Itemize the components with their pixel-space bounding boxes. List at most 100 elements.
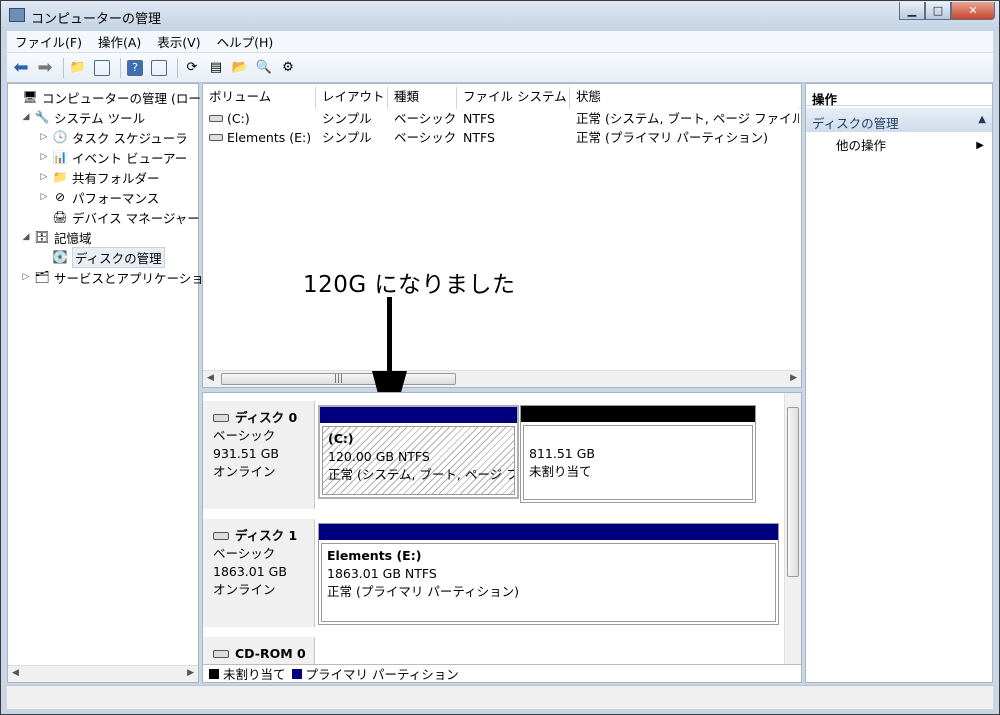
- column-header-type[interactable]: 種類: [388, 87, 457, 109]
- computer-icon: 🖥: [22, 90, 38, 104]
- properties-icon[interactable]: ▤: [206, 58, 226, 78]
- shared-folder-icon: 📁: [52, 170, 68, 184]
- partition-bar: [320, 407, 517, 423]
- toolbar: ⬅ ➡ 📁 ? ⟳ ▤ 📂 🔍 ⚙: [7, 53, 993, 83]
- forward-arrow-icon[interactable]: ➡: [35, 57, 55, 78]
- expand-icon[interactable]: ▷: [20, 272, 32, 282]
- title-bar: コンピューターの管理 ▁ □ ✕: [1, 1, 999, 31]
- expand-icon[interactable]: ▷: [38, 132, 50, 142]
- menu-action[interactable]: 操作(A): [90, 32, 149, 51]
- scrollbar-thumb[interactable]: |||: [221, 373, 456, 385]
- tree-item-services-apps[interactable]: ▷ 🗂 サービスとアプリケーショ: [20, 267, 204, 287]
- disk-1-label[interactable]: ディスク 1 ベーシック 1863.01 GB オンライン: [203, 519, 315, 627]
- collapse-up-icon[interactable]: ▲: [978, 114, 986, 125]
- column-header-volume[interactable]: ボリューム: [203, 87, 316, 109]
- event-viewer-icon: 📊: [52, 150, 68, 164]
- settings-icon[interactable]: ⚙: [278, 58, 298, 78]
- volume-list-horizontal-scrollbar[interactable]: ◀ ||| ▶: [203, 370, 801, 387]
- scroll-right-icon[interactable]: ▶: [790, 373, 797, 383]
- more-actions-item[interactable]: 他の操作 ▶: [806, 136, 992, 156]
- primary-partition-swatch: [291, 668, 302, 679]
- tools-icon: 🔧: [34, 110, 50, 124]
- submenu-arrow-icon: ▶: [976, 140, 984, 151]
- disk-0-label[interactable]: ディスク 0 ベーシック 931.51 GB オンライン: [203, 401, 315, 509]
- collapse-icon[interactable]: ◢: [20, 232, 32, 242]
- partition-e[interactable]: Elements (E:) 1863.01 GB NTFS 正常 (プライマリ …: [318, 523, 779, 625]
- close-button[interactable]: ✕: [951, 2, 995, 20]
- annotation-text: 120G になりました: [303, 272, 516, 298]
- tree-item-storage[interactable]: ◢ 🗄 記憶域: [20, 227, 92, 247]
- clock-icon: 🕓: [52, 130, 68, 144]
- expand-icon[interactable]: ▷: [38, 152, 50, 162]
- table-cell: Elements (E:): [227, 130, 312, 145]
- scroll-left-icon[interactable]: ◀: [12, 668, 19, 678]
- help-icon[interactable]: ?: [125, 58, 145, 78]
- cdrom-0-label[interactable]: CD-ROM 0: [203, 637, 315, 667]
- table-cell: NTFS: [463, 130, 495, 145]
- menu-file[interactable]: ファイル(F): [7, 32, 90, 51]
- tree-item-root[interactable]: 🖥 コンピューターの管理 (ローカ: [8, 87, 213, 107]
- partition-unallocated[interactable]: 811.51 GB 未割り当て: [520, 405, 756, 503]
- tree-item-disk-management[interactable]: 💽 ディスクの管理: [38, 246, 165, 268]
- tree-item-system-tools[interactable]: ◢ 🔧 システム ツール: [20, 107, 146, 127]
- back-arrow-icon[interactable]: ⬅: [11, 57, 31, 78]
- table-cell: ベーシック: [394, 111, 457, 126]
- navigation-tree: 🖥 コンピューターの管理 (ローカ ◢ 🔧 システム ツール ▷ 🕓 タスク ス…: [7, 83, 213, 683]
- disk-row: ディスク 1 ベーシック 1863.01 GB オンライン Elements (…: [203, 519, 785, 627]
- computer-management-window: コンピューターの管理 ▁ □ ✕ ファイル(F) 操作(A) 表示(V) ヘルプ…: [0, 0, 1000, 715]
- device-manager-icon: 🖨: [52, 210, 68, 224]
- scroll-left-icon[interactable]: ◀: [207, 373, 214, 383]
- disk-row: CD-ROM 0: [203, 637, 785, 667]
- tree-item-shared-folders[interactable]: ▷ 📁 共有フォルダー: [38, 167, 160, 187]
- drive-icon: [209, 115, 223, 122]
- window-title: コンピューターの管理: [31, 12, 162, 27]
- partition-bar: [521, 406, 755, 422]
- performance-icon: ⊘: [54, 190, 66, 204]
- show-hide-action-pane-icon[interactable]: [149, 58, 169, 78]
- expand-icon[interactable]: ▷: [38, 172, 50, 182]
- volume-list: ボリューム レイアウト 種類 ファイル システム 状態 (C:) シンプル ベー…: [202, 83, 802, 388]
- menu-bar: ファイル(F) 操作(A) 表示(V) ヘルプ(H): [7, 31, 993, 53]
- actions-section-disk-management[interactable]: ディスクの管理 ▲: [806, 108, 992, 132]
- maximize-button[interactable]: □: [925, 2, 951, 20]
- center-pane: ボリューム レイアウト 種類 ファイル システム 状態 (C:) シンプル ベー…: [202, 83, 802, 683]
- column-header-status[interactable]: 状態: [570, 87, 799, 109]
- hard-disk-icon: [213, 532, 229, 540]
- column-header-filesystem[interactable]: ファイル システム: [457, 87, 570, 109]
- up-folder-icon[interactable]: 📁: [68, 58, 88, 78]
- scrollbar-thumb[interactable]: [787, 407, 799, 577]
- disk-row: ディスク 0 ベーシック 931.51 GB オンライン (C:) 120.00…: [203, 401, 785, 509]
- tree-item-performance[interactable]: ▷ ⊘ パフォーマンス: [38, 187, 160, 207]
- minimize-button[interactable]: ▁: [899, 2, 925, 20]
- disk-graph-vertical-scrollbar[interactable]: [784, 393, 801, 667]
- menu-help[interactable]: ヘルプ(H): [209, 32, 282, 51]
- services-icon: 🗂: [34, 270, 50, 284]
- tree-horizontal-scrollbar[interactable]: ◀ ▶: [8, 665, 198, 682]
- partition-c[interactable]: (C:) 120.00 GB NTFS 正常 (システム, ブート, ページ フ: [318, 405, 519, 499]
- unallocated-swatch: [209, 668, 219, 679]
- menu-view[interactable]: 表示(V): [149, 32, 208, 51]
- scroll-right-icon[interactable]: ▶: [187, 668, 194, 678]
- tree-item-event-viewer[interactable]: ▷ 📊 イベント ビューアー: [38, 147, 188, 167]
- collapse-icon[interactable]: ◢: [20, 112, 32, 122]
- tree-item-task-scheduler[interactable]: ▷ 🕓 タスク スケジューラ: [38, 127, 188, 147]
- table-cell: シンプル: [322, 111, 372, 126]
- table-row[interactable]: Elements (E:) シンプル ベーシック NTFS 正常 (プライマリ …: [203, 128, 799, 147]
- table-cell: 正常 (システム, ブート, ページ ファイル: [576, 111, 799, 126]
- actions-pane: 操作 ディスクの管理 ▲ 他の操作 ▶: [805, 83, 993, 683]
- expand-icon[interactable]: ▷: [38, 192, 50, 202]
- actions-header: 操作: [806, 84, 992, 107]
- search-icon[interactable]: 🔍: [254, 58, 274, 78]
- toolbar-separator: [63, 57, 64, 78]
- open-folder-icon[interactable]: 📂: [230, 58, 250, 78]
- table-cell: 正常 (プライマリ パーティション): [576, 130, 768, 145]
- tree-item-device-manager[interactable]: 🖨 デバイス マネージャー: [38, 207, 199, 227]
- refresh-icon[interactable]: ⟳: [182, 58, 202, 78]
- table-row[interactable]: (C:) シンプル ベーシック NTFS 正常 (システム, ブート, ページ …: [203, 109, 799, 128]
- computer-management-icon: [9, 8, 25, 22]
- show-hide-tree-icon[interactable]: [92, 58, 112, 78]
- column-header-layout[interactable]: レイアウト: [316, 87, 388, 109]
- volume-list-header: ボリューム レイアウト 種類 ファイル システム 状態: [203, 87, 801, 109]
- partition-bar: [319, 524, 778, 540]
- disk-management-icon: 💽: [52, 250, 68, 264]
